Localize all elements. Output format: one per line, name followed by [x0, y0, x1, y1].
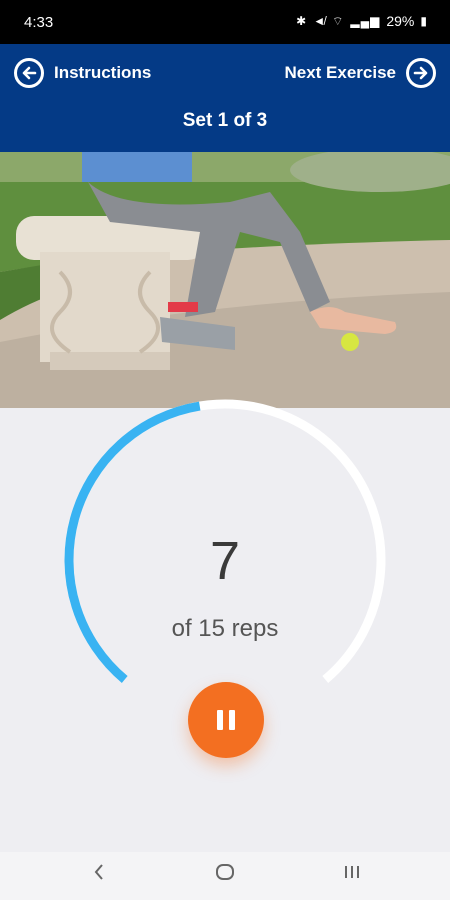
rep-count: 7: [209, 531, 241, 591]
rep-progress-ring: [64, 399, 386, 683]
pause-button[interactable]: [188, 682, 264, 758]
home-icon[interactable]: [215, 862, 235, 888]
back-icon[interactable]: [92, 862, 106, 888]
recents-icon[interactable]: [342, 862, 362, 888]
system-navigation-bar: [0, 852, 450, 900]
rep-total-label: of 15 reps: [171, 615, 279, 642]
